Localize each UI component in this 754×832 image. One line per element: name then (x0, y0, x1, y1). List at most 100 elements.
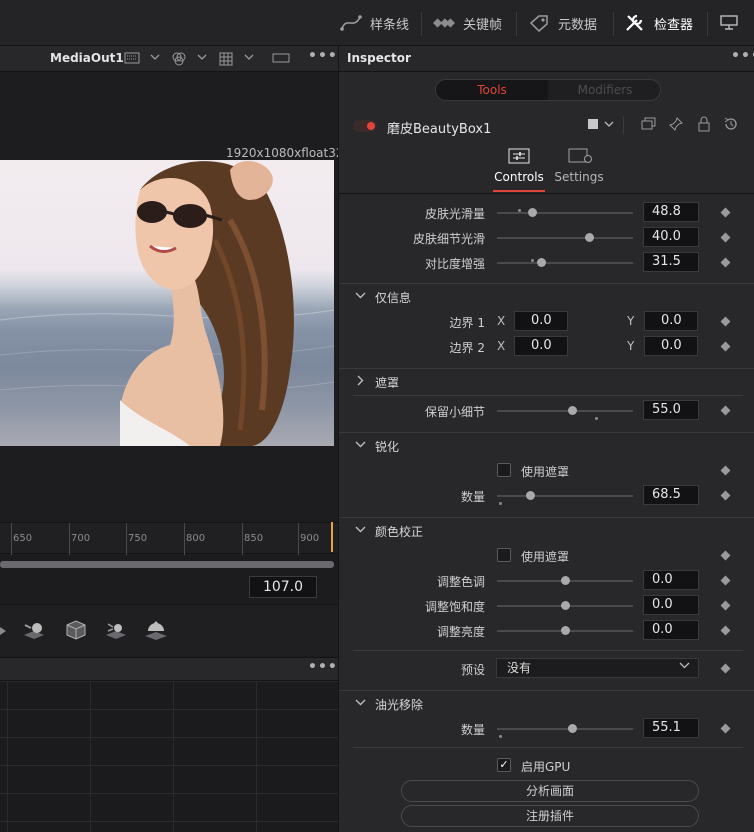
border2-y-field[interactable]: 0.0 (644, 336, 698, 356)
gpu-checkbox[interactable]: ✓ (497, 758, 511, 772)
slider-knob[interactable] (561, 626, 570, 635)
param-slider[interactable] (497, 258, 633, 267)
light-sphere-icon[interactable] (22, 619, 46, 641)
preset-dropdown[interactable]: 没有 (496, 658, 699, 678)
use-mask-checkbox[interactable] (497, 548, 511, 562)
border1-x-field[interactable]: 0.0 (514, 311, 568, 331)
inspector-more-options-icon[interactable]: ••• (731, 48, 754, 64)
keyframe-diamond-icon[interactable] (720, 550, 731, 561)
keyframe-diamond-icon[interactable] (720, 625, 731, 636)
tab-tools[interactable]: Tools (436, 80, 548, 100)
param-slider[interactable] (497, 724, 633, 733)
sharpen-use-mask-row: 使用遮罩 (339, 459, 754, 483)
param-value-field[interactable]: 48.8 (643, 202, 699, 222)
keyframe-diamond-icon[interactable] (720, 575, 731, 586)
slider-knob[interactable] (525, 491, 535, 500)
param-slider[interactable] (497, 406, 633, 415)
grid-icon[interactable] (219, 52, 233, 69)
playhead[interactable] (331, 522, 333, 552)
environment-light-icon[interactable] (143, 619, 167, 641)
chevron-down-icon[interactable] (244, 52, 254, 65)
lock-icon[interactable] (697, 116, 711, 135)
fit-view-icon[interactable] (272, 52, 290, 67)
section-color-header[interactable]: 颜色校正 (339, 517, 754, 543)
param-slider[interactable] (497, 208, 633, 217)
slider-default-marker (531, 259, 534, 262)
spotlight-icon[interactable] (104, 619, 128, 641)
metadata-button[interactable]: 元数据 (528, 0, 597, 46)
tab-modifiers[interactable]: Modifiers (549, 80, 660, 100)
param-value-field[interactable]: 31.5 (643, 252, 699, 272)
y-label: Y (627, 314, 635, 328)
current-frame-field[interactable]: 107.0 (249, 576, 317, 598)
param-slider[interactable] (497, 626, 633, 635)
param-slider[interactable] (497, 491, 633, 500)
node-editor-more-options-icon[interactable]: ••• (308, 659, 338, 675)
param-slider[interactable] (497, 576, 633, 585)
slider-knob[interactable] (567, 406, 577, 415)
keyframe-diamond-icon[interactable] (720, 600, 731, 611)
param-value-field[interactable]: 0.0 (643, 570, 699, 590)
slider-knob[interactable] (567, 724, 577, 733)
color-channels-icon[interactable] (171, 52, 187, 69)
slider-knob[interactable] (561, 601, 570, 610)
slider-knob[interactable] (528, 208, 538, 217)
use-mask-checkbox[interactable] (497, 463, 511, 477)
param-slider[interactable] (497, 233, 633, 242)
monitor-button[interactable] (718, 0, 740, 46)
param-value-field[interactable]: 55.1 (643, 718, 699, 738)
chevron-down-icon[interactable] (197, 52, 207, 65)
section-sharpen-header[interactable]: 锐化 (339, 432, 754, 458)
versions-icon[interactable] (641, 117, 657, 134)
timeline-scrollbar[interactable] (0, 561, 334, 568)
keyframe-diamond-icon[interactable] (720, 723, 731, 734)
section-shine-header[interactable]: 油光移除 (339, 690, 754, 716)
param-value-field[interactable]: 0.0 (643, 620, 699, 640)
slider-knob[interactable] (585, 233, 595, 242)
section-mask-header[interactable]: 遮罩 (339, 368, 754, 394)
timeline-ruler[interactable]: 650 700 750 800 850 900 (0, 522, 338, 555)
node-enable-toggle[interactable] (353, 120, 377, 132)
keyframe-diamond-icon[interactable] (720, 465, 731, 476)
analyze-frame-button[interactable]: 分析画面 (401, 780, 699, 802)
keyframe-diamond-icon[interactable] (720, 490, 731, 501)
keyframe-diamond-icon[interactable] (720, 663, 731, 674)
param-value-field[interactable]: 55.0 (643, 400, 699, 420)
node-color-swatch[interactable] (588, 119, 598, 129)
keyframe-diamond-icon[interactable] (720, 257, 731, 268)
param-value-field[interactable]: 40.0 (643, 227, 699, 247)
slider-knob[interactable] (561, 576, 570, 585)
chevron-down-icon[interactable] (150, 52, 160, 65)
param-slider[interactable] (497, 601, 633, 610)
inspector-panel: Inspector ••• Tools Modifiers 磨皮BeautyBo… (338, 46, 754, 832)
register-plugin-button[interactable]: 注册插件 (401, 805, 699, 827)
tab-settings[interactable]: Settings (549, 146, 609, 190)
section-info-header[interactable]: 仅信息 (339, 283, 754, 309)
param-value-field[interactable]: 68.5 (643, 485, 699, 505)
param-value-field[interactable]: 0.0 (643, 595, 699, 615)
chevron-down-icon[interactable] (604, 118, 614, 132)
pin-icon[interactable] (669, 117, 683, 134)
viewer-more-options-icon[interactable]: ••• (308, 48, 338, 64)
slider-knob[interactable] (536, 258, 546, 267)
settings-icon (568, 148, 592, 164)
gpu-row: ✓ 启用GPU (339, 754, 754, 778)
keyframes-button[interactable]: 关键帧 (433, 0, 502, 46)
inspector-title: Inspector (347, 51, 411, 65)
keyframe-diamond-icon[interactable] (720, 405, 731, 416)
keyframe-diamond-icon[interactable] (720, 207, 731, 218)
spline-button[interactable]: 样条线 (340, 0, 409, 46)
keyframe-diamond-icon[interactable] (720, 316, 731, 327)
border1-y-field[interactable]: 0.0 (644, 311, 698, 331)
tool-icon[interactable] (0, 619, 24, 641)
node-editor-area[interactable] (0, 681, 338, 832)
border2-x-field[interactable]: 0.0 (514, 336, 568, 356)
tab-controls[interactable]: Controls (489, 146, 549, 192)
keyframe-diamond-icon[interactable] (720, 232, 731, 243)
inspector-button[interactable]: 检查器 (624, 0, 693, 46)
reset-icon[interactable] (723, 117, 739, 134)
preset-value: 没有 (507, 661, 532, 675)
keyframe-diamond-icon[interactable] (720, 341, 731, 352)
lut-icon[interactable] (124, 52, 140, 67)
cube-icon[interactable] (63, 619, 87, 641)
